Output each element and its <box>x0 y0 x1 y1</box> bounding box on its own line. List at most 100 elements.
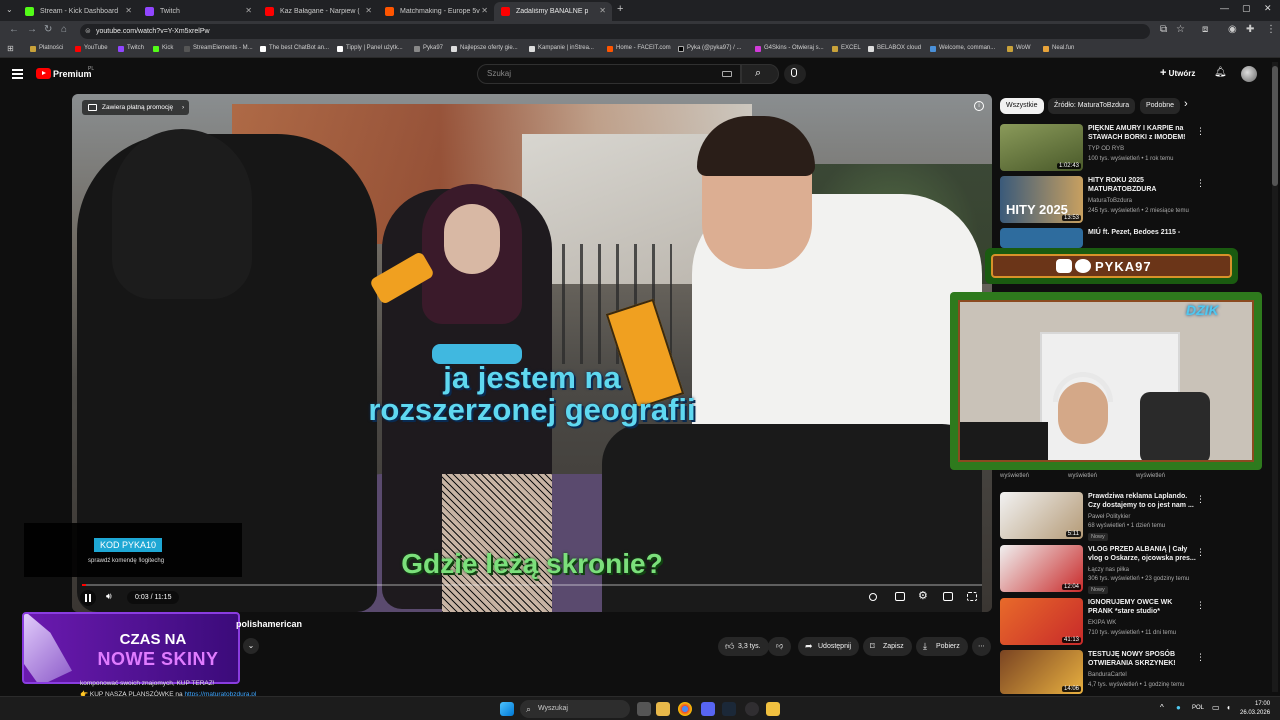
video-channel[interactable]: Paweł Politykier <box>1088 514 1130 520</box>
discord-icon[interactable] <box>701 702 715 716</box>
tab-kick-dashboard[interactable]: Stream - Kick Dashboard ✕ <box>18 2 138 21</box>
bookmark-item[interactable]: Neal.fun <box>1043 45 1074 52</box>
file-explorer-icon[interactable] <box>656 702 670 716</box>
recommendation-item[interactable]: 1:02:43 PIĘKNE AMURY I KARPIE na STAWACH … <box>1000 124 1270 176</box>
search-input[interactable]: Szukaj <box>477 64 741 84</box>
new-tab-button[interactable]: + <box>617 3 623 15</box>
video-thumbnail[interactable]: 5:11 <box>1000 492 1083 539</box>
tab-matchmaking[interactable]: Matchmaking - Europe 5v5 Qu ✕ <box>378 2 494 21</box>
site-info-icon[interactable]: ⊜ <box>85 24 91 39</box>
profile-icon[interactable]: ◉ <box>1228 24 1237 35</box>
bookmark-item[interactable]: G4Skins - Otwieraj s... <box>755 45 824 52</box>
clock[interactable]: 17:00 26.03.2026 <box>1240 700 1270 718</box>
like-button[interactable]: 👍︎ 3,3 tys. <box>718 637 769 656</box>
voice-search-button[interactable] <box>784 64 806 84</box>
input-language[interactable]: POL <box>1192 705 1204 711</box>
page-scrollbar[interactable] <box>1272 62 1278 692</box>
chevron-right-icon[interactable]: › <box>1184 98 1188 110</box>
tray-chevron-icon[interactable]: ^ <box>1160 703 1164 712</box>
bookmark-item[interactable]: Kick <box>153 45 173 52</box>
save-button[interactable]: ⌑ Zapisz <box>863 637 912 656</box>
chevron-down-icon[interactable]: ⌄ <box>243 638 259 654</box>
taskbar-search[interactable]: ⌕ Wyszukaj <box>520 700 630 718</box>
bookmark-item[interactable]: Pyka (@pyka97) / ... <box>678 45 741 52</box>
video-title[interactable]: HITY ROKU 2025 MATURATOBZDURA <box>1088 176 1258 194</box>
search-button[interactable]: ⌕ <box>741 64 779 84</box>
subtitles-icon[interactable] <box>895 592 905 601</box>
close-tab-icon[interactable]: ✕ <box>365 6 372 15</box>
recommendation-item[interactable]: HITY 2025 13:53 HITY ROKU 2025 MATURATOBZD… <box>1000 176 1270 228</box>
bookmark-item[interactable]: The best ChatBot an... <box>260 45 329 52</box>
maximize-button[interactable]: ▢ <box>1242 3 1251 14</box>
bookmark-item[interactable]: Pyka97 <box>414 45 443 52</box>
recommendation-item[interactable]: 41:13 IGNORUJEMY OWCE WK PRANK *stare stu… <box>1000 598 1270 650</box>
back-icon[interactable]: ← <box>9 24 19 35</box>
more-vert-icon[interactable]: ⋮ <box>1196 547 1205 558</box>
speaker-icon[interactable]: ◖ <box>1226 703 1231 712</box>
fullscreen-icon[interactable] <box>967 592 977 601</box>
close-tab-icon[interactable]: ✕ <box>599 6 606 15</box>
windows-start-icon[interactable] <box>500 702 514 716</box>
scrollbar-thumb[interactable] <box>1272 66 1278 186</box>
paid-promotion-label[interactable]: Zawiera płatną promocję › <box>82 100 190 115</box>
video-title[interactable]: Prawdziwa reklama Laplando. Czy dostajemy… <box>1088 492 1258 510</box>
more-vert-icon[interactable]: ⋮ <box>1196 126 1205 137</box>
url-field[interactable]: ⊜ youtube.com/watch?v=Y-Xm5xrelPw <box>80 24 1150 39</box>
progress-bar[interactable] <box>82 584 982 586</box>
chip-similar[interactable]: Podobne <box>1140 98 1181 114</box>
more-actions-button[interactable]: ⋯ <box>972 637 991 656</box>
video-thumbnail[interactable]: 1:02:43 <box>1000 124 1083 171</box>
keyboard-icon[interactable] <box>722 71 732 77</box>
bookmark-item[interactable]: Twitch <box>118 45 144 52</box>
video-title[interactable]: TESTUJĘ NOWY SPOSÓB OTWIERANIA SKRZYNEK! <box>1088 650 1258 668</box>
create-button[interactable]: + Utwórz <box>1160 67 1195 79</box>
more-vert-icon[interactable]: ⋮ <box>1196 178 1205 189</box>
miniplayer-icon[interactable] <box>943 592 953 601</box>
recommendation-item[interactable]: 14:06 TESTUJĘ NOWY SPOSÓB OTWIERANIA SKRZ… <box>1000 650 1270 694</box>
avatar[interactable] <box>1241 66 1257 82</box>
more-vert-icon[interactable]: ⋮ <box>1196 652 1205 663</box>
steam-icon[interactable] <box>722 702 736 716</box>
obs-icon[interactable] <box>745 702 759 716</box>
menu-icon[interactable] <box>12 69 23 79</box>
more-vert-icon[interactable]: ⋮ <box>1196 494 1205 505</box>
bookmark-item[interactable]: Kampanie | inStrea... <box>529 45 594 52</box>
video-thumbnail[interactable]: 41:13 <box>1000 598 1083 645</box>
video-channel[interactable]: MaturaToBzdura <box>1088 198 1132 204</box>
bookmark-item[interactable]: EXCEL <box>832 45 861 52</box>
dislike-button[interactable]: 👎︎ <box>768 637 792 656</box>
share-button[interactable]: ➦ Udostępnij <box>798 637 860 656</box>
extension-puzzle-icon[interactable]: ✚ <box>1246 24 1254 35</box>
close-tab-icon[interactable]: ✕ <box>481 6 488 15</box>
video-title[interactable]: VLOG PRZED ALBANIĄ | Cały vlog o Oskarze,… <box>1088 545 1258 563</box>
video-channel[interactable]: Łączy nas piłka <box>1088 567 1129 573</box>
video-title[interactable]: PIĘKNE AMURY I KARPIE na STAWACH BORKI z … <box>1088 124 1258 142</box>
task-view-icon[interactable] <box>637 702 651 716</box>
extensions-icon[interactable]: ⧈ <box>1202 24 1208 35</box>
bookmark-star-icon[interactable]: ☆ <box>1176 24 1185 35</box>
recommendation-item[interactable]: 5:11 Prawdziwa reklama Laplando. Czy dost… <box>1000 492 1270 544</box>
notifications-bell-icon[interactable]: 🔔︎ <box>1214 67 1227 78</box>
video-title[interactable]: IGNORUJEMY OWCE WK PRANK *stare studio* <box>1088 598 1258 616</box>
youtube-premium-logo[interactable]: Premium <box>53 69 92 79</box>
video-channel[interactable]: TYP OD RYB <box>1088 146 1124 152</box>
channel-name[interactable]: polishamerican <box>236 619 302 629</box>
chip-source[interactable]: Źródło: MaturaToBzdura <box>1048 98 1136 114</box>
tab-list-icon[interactable]: ⌄ <box>6 5 13 14</box>
cast-icon[interactable]: ⧉ <box>1160 24 1167 35</box>
autoplay-toggle-icon[interactable] <box>869 593 877 601</box>
settings-gear-icon[interactable]: ⚙ <box>918 589 928 602</box>
bookmark-item[interactable]: Najlepsze oferty gie... <box>451 45 518 52</box>
tab-youtube-music[interactable]: Kaz Bałagane - Narpiew (Fe ✕ <box>258 2 378 21</box>
video-thumbnail[interactable]: 14:06 <box>1000 650 1083 694</box>
chip-all[interactable]: Wszystkie <box>1000 98 1044 114</box>
volume-icon[interactable]: 🔊︎ <box>106 591 112 602</box>
minimize-button[interactable]: — <box>1220 3 1229 13</box>
bookmark-item[interactable]: Płatności <box>30 45 63 52</box>
bookmark-item[interactable]: YouTube <box>75 45 108 52</box>
video-channel[interactable]: BanduraCartel <box>1088 672 1127 678</box>
tab-twitch[interactable]: Twitch ✕ <box>138 2 258 21</box>
video-thumbnail[interactable]: 12:04 <box>1000 545 1083 592</box>
forward-icon[interactable]: → <box>27 24 37 35</box>
tray-app-icon[interactable]: ● <box>1176 703 1181 712</box>
